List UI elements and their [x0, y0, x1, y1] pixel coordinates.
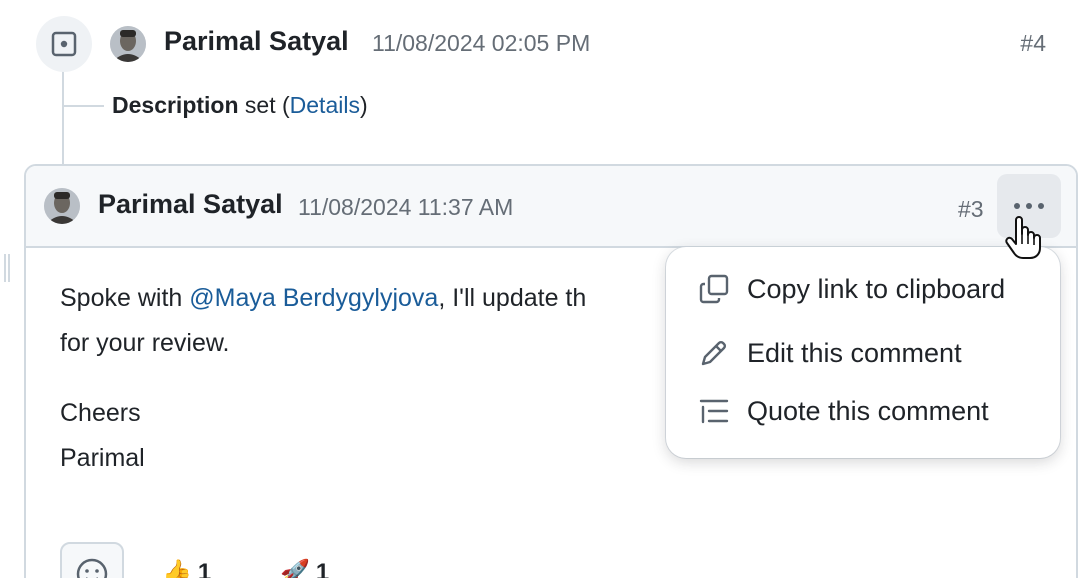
smiley-icon — [76, 558, 108, 578]
hand-cursor-icon — [1005, 216, 1041, 259]
event-type-icon — [36, 16, 92, 72]
reaction-rocket[interactable]: 🚀 1 — [280, 558, 329, 578]
description-action: set ( — [244, 92, 290, 118]
avatar[interactable] — [44, 188, 80, 224]
square-dot-icon — [51, 31, 77, 57]
comment-timestamp[interactable]: 11/08/2024 11:37 AM — [298, 194, 513, 221]
kebab-dot — [1026, 203, 1032, 209]
menu-item-edit[interactable]: Edit this comment — [666, 324, 1060, 382]
avatar-icon — [110, 26, 146, 62]
comment-signoff: Cheers — [60, 399, 141, 427]
quote-icon — [699, 399, 729, 424]
event-author[interactable]: Parimal Satyal — [164, 26, 349, 57]
issue-timeline: Parimal Satyal 11/08/2024 02:05 PM #4 De… — [0, 0, 1090, 578]
reaction-count: 1 — [197, 558, 212, 578]
rocket-emoji: 🚀 — [280, 559, 310, 578]
comment-text: Spoke with — [60, 284, 190, 312]
menu-item-label: Copy link to clipboard — [747, 273, 1006, 304]
comment-body-line: Spoke with @Maya Berdygylyjova, I'll upd… — [60, 276, 586, 321]
comment-author[interactable]: Parimal Satyal — [98, 189, 283, 220]
comment-signature: Parimal — [60, 444, 145, 472]
comment-number[interactable]: #3 — [958, 196, 984, 223]
menu-item-label: Edit this comment — [747, 337, 962, 368]
comment-text: , I'll update th — [438, 284, 587, 312]
avatar-icon — [44, 188, 80, 224]
pencil-icon — [701, 340, 727, 366]
reaction-count: 1 — [315, 558, 330, 578]
kebab-dot — [1014, 203, 1020, 209]
event-number[interactable]: #4 — [1020, 30, 1046, 57]
details-link[interactable]: Details — [290, 92, 360, 118]
add-reaction-button[interactable] — [60, 542, 124, 578]
kebab-dot — [1038, 203, 1044, 209]
mention-link[interactable]: @Maya Berdygylyjova — [189, 284, 438, 312]
comment-body-line: for your review. — [60, 329, 230, 357]
comment-header: Parimal Satyal 11/08/2024 11:37 AM #3 — [26, 166, 1076, 248]
menu-item-quote[interactable]: Quote this comment — [666, 382, 1060, 440]
description-label: Description — [112, 92, 239, 118]
reaction-thumbs-up[interactable]: 👍 1 — [162, 558, 211, 578]
comment-actions-menu: Copy link to clipboard Edit this comment… — [666, 247, 1060, 458]
description-close: ) — [359, 92, 368, 118]
timeline-branch — [62, 105, 104, 107]
event-timestamp[interactable]: 11/08/2024 02:05 PM — [372, 30, 590, 57]
thumbs-up-emoji: 👍 — [162, 559, 192, 578]
avatar[interactable] — [110, 26, 146, 62]
menu-item-label: Quote this comment — [747, 395, 989, 426]
description-event: Description set (Details) — [112, 92, 368, 119]
copy-icon — [699, 274, 729, 304]
resize-handle[interactable] — [4, 254, 10, 282]
menu-item-copy-link[interactable]: Copy link to clipboard — [666, 260, 1060, 318]
timeline-rail — [62, 70, 64, 166]
